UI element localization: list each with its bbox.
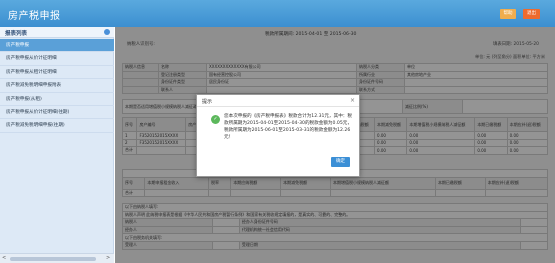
alert-dialog: 提示 × ✓ 您本次申报的《房产税申报表》税款合计为12.31元，其中：税款所属… [196,94,360,177]
success-icon: ✓ [211,115,220,124]
sidebar-item-value-detail[interactable]: 房产税申报从价计征明细 [0,52,114,66]
dialog-title: 提示 [202,99,213,105]
sidebar-header-label: 报表列表 [5,31,28,37]
sidebar-item-exemption-detail[interactable]: 房产税减免税明细申报附表 [0,79,114,93]
sidebar-scrollbar[interactable]: < > [0,253,114,263]
sidebar-list: 房产税申报 房产税申报从价计征明细 房产税申报从租计征明细 房产税减免税明细申报… [0,39,114,133]
ok-button[interactable]: 确定 [331,157,350,167]
scroll-right-icon[interactable]: > [106,255,110,261]
collapse-icon[interactable] [104,29,110,35]
dialog-message: 您本次申报的《房产税申报表》税款合计为12.31元，其中：税款所属期为2015-… [224,114,352,140]
sidebar-item-value-detail-past[interactable]: 房产税申报从价计征明细(往期) [0,106,114,120]
sidebar-header: 报表列表 [0,27,114,38]
sidebar-item-property-tax[interactable]: 房产税申报 [0,39,114,53]
sidebar-item-rent-detail[interactable]: 房产税申报从租计征明细 [0,66,114,80]
help-button[interactable]: 帮助 [500,9,516,19]
scroll-left-icon[interactable]: < [2,255,6,261]
top-bar: 房产税申报 帮助 退出 [0,0,555,27]
exit-button[interactable]: 退出 [523,9,540,19]
scroll-thumb[interactable] [10,257,96,261]
sidebar: 报表列表 房产税申报 房产税申报从价计征明细 房产税申报从租计征明细 房产税减免… [0,27,114,263]
dialog-header: 提示 × [197,95,359,107]
sidebar-item-exemption-past[interactable]: 房产税减免税明细申报(往期) [0,119,114,133]
close-icon[interactable]: × [350,97,355,104]
sidebar-item-rent-tax[interactable]: 房产税申报(从租) [0,93,114,106]
app-title: 房产税申报 [8,11,61,22]
